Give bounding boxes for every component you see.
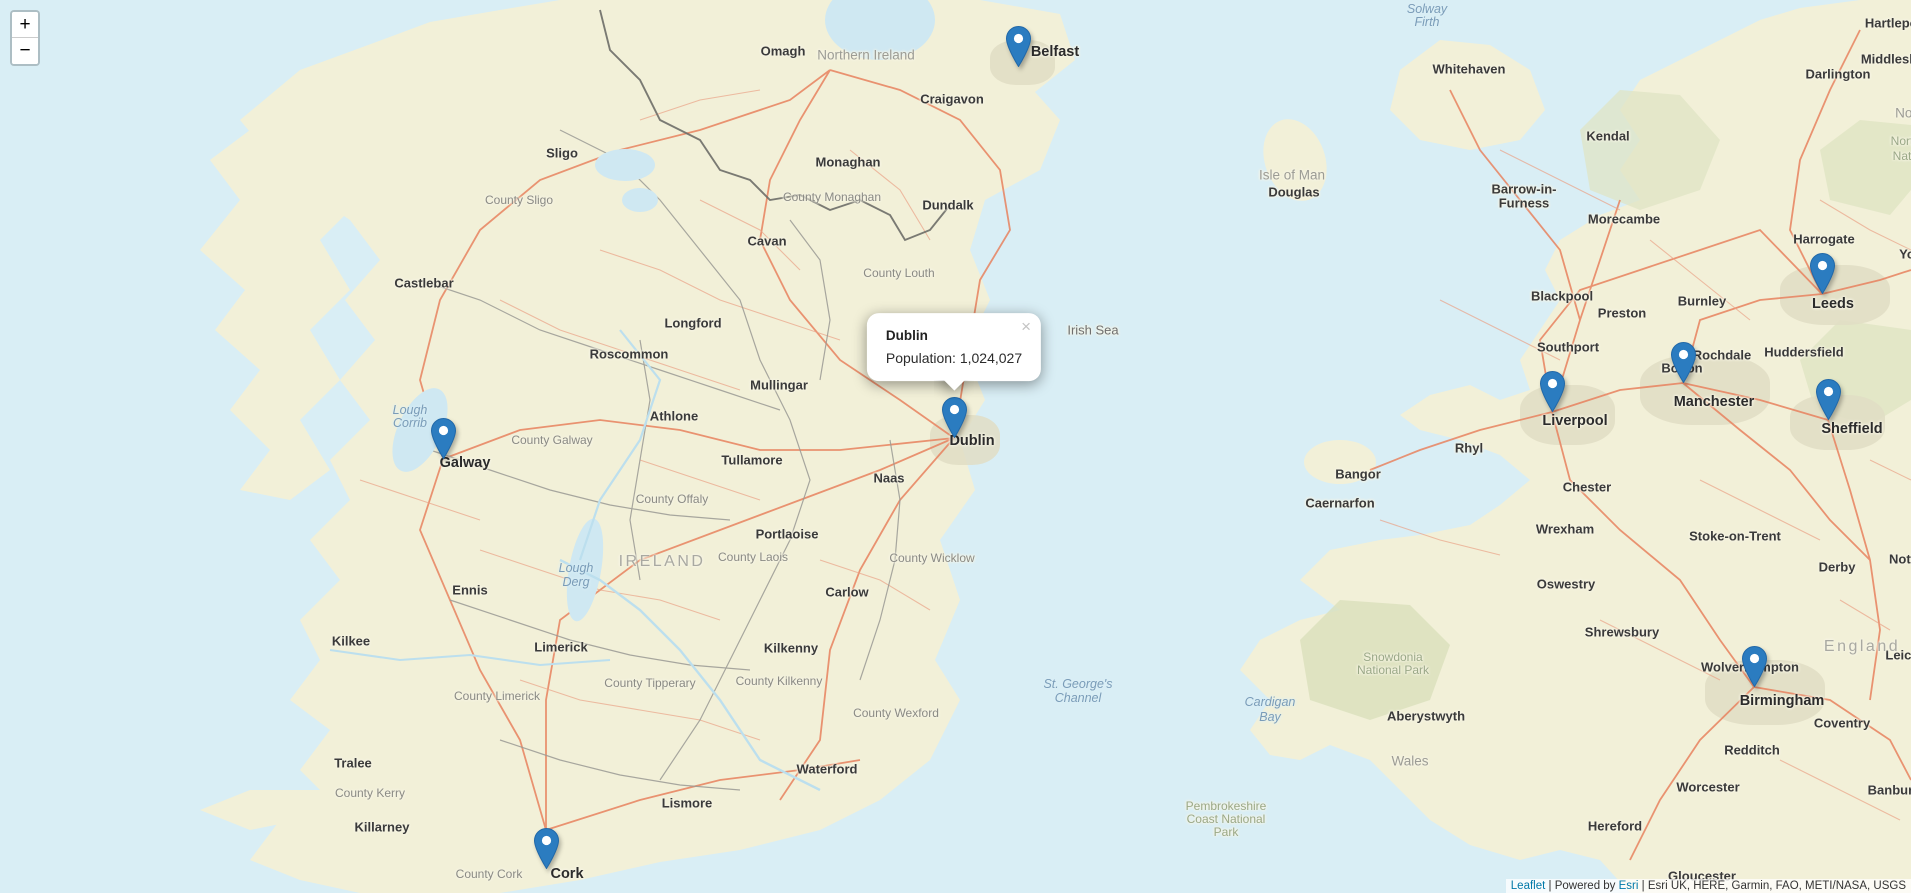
map-marker-pin[interactable] — [1005, 25, 1032, 68]
popup-subtitle: Population: 1,024,027 — [885, 349, 1023, 366]
attribution-bar: Leaflet | Powered by Esri | Esri UK, HER… — [1505, 879, 1911, 893]
map-popup[interactable]: × Dublin Population: 1,024,027 — [866, 313, 1042, 400]
attribution-providers: Esri UK, HERE, Garmin, FAO, METI/NASA, U… — [1647, 880, 1906, 892]
popup-content: Dublin Population: 1,024,027 — [886, 326, 1022, 368]
map-marker-pin[interactable] — [1539, 370, 1566, 413]
map-marker-pin[interactable] — [1815, 378, 1842, 421]
popup-tip — [934, 380, 974, 400]
map-marker-pin[interactable] — [1741, 645, 1768, 688]
popup-container: × Dublin Population: 1,024,027 — [866, 313, 1042, 381]
esri-link[interactable]: Esri — [1619, 880, 1639, 892]
water-features — [329, 0, 935, 792]
leaflet-link[interactable]: Leaflet — [1511, 880, 1546, 892]
map-canvas[interactable]: Belfast Dublin Galway Cork Leeds Liverpool Man… — [0, 0, 1911, 893]
zoom-control[interactable]: + − — [10, 10, 40, 66]
map-marker-pin[interactable] — [430, 417, 457, 460]
attribution-separator: | — [1545, 880, 1555, 892]
attribution-powered-by: Powered by — [1554, 880, 1619, 892]
map-marker-pin[interactable] — [1809, 252, 1836, 295]
map-marker-pin[interactable] — [533, 827, 560, 870]
map-marker-pin[interactable] — [1670, 341, 1697, 384]
popup-title: Dublin — [885, 328, 928, 344]
attribution-separator-2: | — [1638, 880, 1648, 892]
zoom-in-button[interactable]: + — [12, 12, 38, 38]
map-marker-pin[interactable] — [941, 396, 968, 439]
close-icon[interactable]: × — [1018, 315, 1034, 339]
zoom-out-button[interactable]: − — [12, 38, 38, 64]
